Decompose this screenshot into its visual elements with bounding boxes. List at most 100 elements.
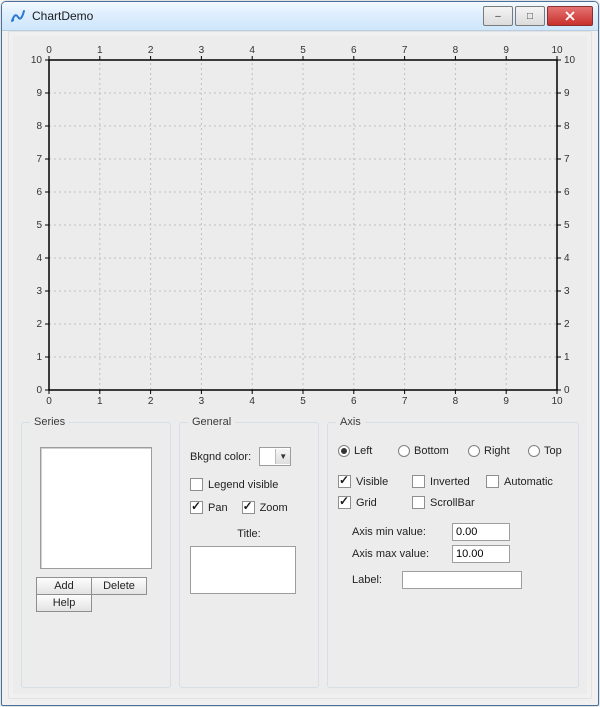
axis-inverted-checkbox[interactable]	[412, 475, 425, 488]
bkgnd-color-label: Bkgnd color:	[190, 451, 251, 463]
pan-checkbox[interactable]	[190, 501, 203, 514]
svg-text:5: 5	[300, 396, 306, 407]
chart-plot[interactable]: 0011223344556677889910100011223344556677…	[21, 42, 585, 412]
help-button[interactable]: Help	[36, 594, 92, 612]
svg-text:1: 1	[564, 352, 570, 363]
client-area: 0011223344556677889910100011223344556677…	[8, 31, 592, 699]
general-group: General Bkgnd color: ▼ Legend visible Pa…	[179, 422, 319, 688]
controls-row: Series Add Delete Help General Bkgnd col…	[21, 422, 579, 688]
svg-text:7: 7	[564, 154, 570, 165]
axis-scrollbar-label: ScrollBar	[430, 497, 475, 509]
app-icon	[10, 8, 26, 24]
svg-text:8: 8	[453, 45, 459, 56]
axis-bottom-radio[interactable]	[398, 445, 410, 457]
axis-grid-label: Grid	[356, 497, 377, 509]
svg-text:1: 1	[36, 352, 42, 363]
svg-text:1: 1	[97, 45, 103, 56]
axis-min-input[interactable]	[452, 523, 510, 541]
svg-text:4: 4	[564, 253, 570, 264]
zoom-label: Zoom	[260, 502, 288, 514]
add-button[interactable]: Add	[36, 577, 92, 595]
series-listbox[interactable]	[40, 447, 152, 569]
axis-visible-label: Visible	[356, 476, 388, 488]
svg-text:9: 9	[564, 88, 570, 99]
svg-text:4: 4	[36, 253, 42, 264]
minimize-button[interactable]: –	[483, 6, 513, 26]
titlebar[interactable]: ChartDemo – □	[2, 2, 598, 31]
axis-side-radios: Left Bottom Right Top	[338, 445, 568, 463]
axis-right-radio[interactable]	[468, 445, 480, 457]
axis-label-input[interactable]	[402, 571, 522, 589]
svg-text:6: 6	[351, 396, 357, 407]
svg-text:8: 8	[564, 121, 570, 132]
svg-text:7: 7	[402, 396, 408, 407]
axis-left-radio[interactable]	[338, 445, 350, 457]
svg-text:2: 2	[148, 45, 154, 56]
title-input[interactable]	[190, 546, 296, 594]
chart-panel: 0011223344556677889910100011223344556677…	[21, 42, 579, 412]
svg-text:2: 2	[148, 396, 154, 407]
svg-text:8: 8	[453, 396, 459, 407]
axis-bottom-label: Bottom	[414, 445, 449, 457]
axis-top-label: Top	[544, 445, 562, 457]
svg-text:6: 6	[564, 187, 570, 198]
svg-text:9: 9	[36, 88, 42, 99]
axis-inverted-label: Inverted	[430, 476, 470, 488]
svg-text:5: 5	[564, 220, 570, 231]
pan-label: Pan	[208, 502, 228, 514]
close-button[interactable]	[547, 6, 593, 26]
svg-text:10: 10	[551, 396, 563, 407]
zoom-checkbox[interactable]	[242, 501, 255, 514]
app-window: ChartDemo – □ 00112233445566778899101000…	[1, 1, 599, 706]
svg-text:3: 3	[36, 286, 42, 297]
svg-text:9: 9	[503, 396, 509, 407]
window-controls: – □	[482, 6, 594, 26]
svg-text:0: 0	[46, 45, 52, 56]
axis-automatic-label: Automatic	[504, 476, 553, 488]
svg-text:7: 7	[36, 154, 42, 165]
svg-text:4: 4	[249, 45, 255, 56]
svg-text:2: 2	[564, 319, 570, 330]
svg-text:4: 4	[249, 396, 255, 407]
svg-text:2: 2	[36, 319, 42, 330]
title-label: Title:	[237, 528, 260, 540]
bkgnd-color-combo[interactable]: ▼	[259, 447, 291, 466]
chevron-down-icon: ▼	[275, 449, 290, 464]
svg-text:5: 5	[36, 220, 42, 231]
legend-visible-label: Legend visible	[208, 479, 278, 491]
svg-text:6: 6	[36, 187, 42, 198]
axis-scrollbar-checkbox[interactable]	[412, 496, 425, 509]
axis-legend: Axis	[336, 416, 365, 428]
maximize-button[interactable]: □	[515, 6, 545, 26]
legend-visible-checkbox[interactable]	[190, 478, 203, 491]
delete-button[interactable]: Delete	[91, 577, 147, 595]
svg-text:10: 10	[564, 55, 576, 66]
svg-text:0: 0	[46, 396, 52, 407]
axis-max-label: Axis max value:	[338, 548, 452, 560]
series-group: Series Add Delete Help	[21, 422, 171, 688]
axis-automatic-checkbox[interactable]	[486, 475, 499, 488]
svg-text:7: 7	[402, 45, 408, 56]
svg-text:10: 10	[31, 55, 43, 66]
svg-text:3: 3	[564, 286, 570, 297]
window-title: ChartDemo	[32, 9, 482, 23]
general-legend: General	[188, 416, 235, 428]
axis-top-radio[interactable]	[528, 445, 540, 457]
svg-text:6: 6	[351, 45, 357, 56]
axis-grid-checkbox[interactable]	[338, 496, 351, 509]
axis-label-label: Label:	[338, 574, 402, 586]
svg-text:8: 8	[36, 121, 42, 132]
series-legend: Series	[30, 416, 69, 428]
axis-left-label: Left	[354, 445, 372, 457]
axis-max-input[interactable]	[452, 545, 510, 563]
svg-text:3: 3	[199, 396, 205, 407]
svg-text:1: 1	[97, 396, 103, 407]
svg-text:0: 0	[36, 385, 42, 396]
axis-visible-checkbox[interactable]	[338, 475, 351, 488]
svg-text:0: 0	[564, 385, 570, 396]
svg-text:9: 9	[503, 45, 509, 56]
axis-min-label: Axis min value:	[338, 526, 452, 538]
axis-right-label: Right	[484, 445, 510, 457]
axis-flags: Visible Inverted Automatic Grid ScrollBa…	[338, 475, 568, 515]
svg-text:5: 5	[300, 45, 306, 56]
